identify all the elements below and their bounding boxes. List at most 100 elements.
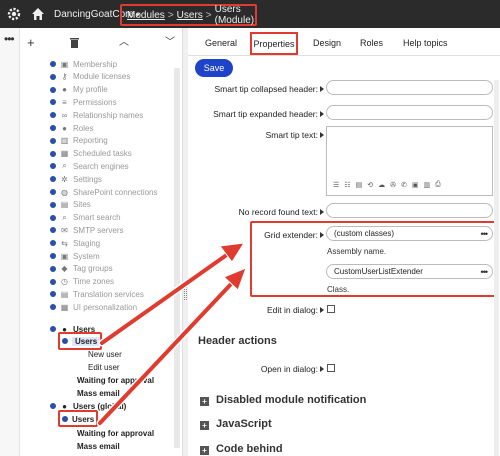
tab-roles[interactable]: Roles	[360, 38, 383, 48]
tree-item-mass-email[interactable]: Mass email	[77, 387, 120, 399]
tree-item[interactable]: ✉ SMTP servers	[50, 224, 124, 236]
bullet-icon	[50, 201, 56, 208]
assembly-value: (custom classes)	[334, 229, 395, 238]
editor-toolbar-icon[interactable]: ☁	[378, 181, 385, 192]
tab-bar: General Properties Design Roles Help top…	[188, 28, 500, 56]
more-options-icon[interactable]: •••	[481, 229, 489, 239]
tree-item[interactable]: ▤ Sites	[50, 199, 91, 211]
group-icon: ▣	[60, 59, 69, 69]
tree-item[interactable]: ▤ Translation services	[50, 288, 144, 300]
expand-arrow-icon[interactable]	[320, 86, 324, 92]
expand-arrow-icon[interactable]	[320, 366, 324, 372]
home-icon[interactable]	[30, 6, 46, 22]
editor-toolbar-icon[interactable]: ✇	[390, 181, 396, 192]
tree-item-label: Relationship names	[73, 110, 144, 120]
tree-item[interactable]: ◷ Time zones	[50, 276, 114, 288]
tree-item[interactable]: ▥ Reporting	[50, 135, 108, 147]
expand-arrow-icon[interactable]	[320, 132, 324, 138]
editor-toolbar-icon[interactable]: ✆	[401, 181, 407, 192]
chevron-up-icon[interactable]: ︿	[119, 36, 129, 50]
expand-plus-icon[interactable]: +	[200, 446, 209, 455]
expand-arrow-icon[interactable]	[320, 111, 324, 117]
chevron-down-icon[interactable]: ﹀	[165, 36, 175, 50]
tree-item-edit-user[interactable]: Edit user	[88, 361, 120, 373]
editor-toolbar-icon[interactable]: ⟲	[367, 181, 373, 192]
tree-item[interactable]: ▣ System	[50, 250, 100, 262]
more-options-icon[interactable]: •••	[481, 267, 489, 277]
editor-toolbar-icon[interactable]: ▤	[356, 181, 363, 192]
main-scrollbar[interactable]	[494, 80, 499, 456]
tree-item-waiting-for-approval-2[interactable]: Waiting for approval	[77, 427, 154, 439]
breadcrumb-separator: >	[167, 9, 174, 21]
section-disabled-module-notification[interactable]: Disabled module notification	[216, 394, 366, 406]
tree-item[interactable]: ◆ Tag groups	[50, 263, 113, 275]
bullet-icon	[50, 163, 56, 170]
expand-plus-icon[interactable]: +	[200, 421, 209, 430]
section-code-behind[interactable]: Code behind	[216, 443, 283, 455]
tree-item[interactable]: ⚷ Module licenses	[50, 71, 130, 83]
tree-item-label: My profile	[73, 85, 108, 95]
editor-toolbar-icon[interactable]: ☷	[344, 181, 350, 192]
tree-item[interactable]: ≡ Permissions	[50, 96, 117, 108]
expand-arrow-icon[interactable]	[320, 232, 324, 238]
bullet-icon	[50, 61, 56, 67]
tab-general[interactable]: General	[205, 38, 237, 48]
tree-item-label: SharePoint connections	[73, 187, 158, 197]
editor-toolbar-icon[interactable]: ▣	[412, 181, 419, 192]
smart-tip-collapsed-input[interactable]	[326, 80, 493, 95]
bullet-icon	[50, 240, 56, 247]
tree-item[interactable]: ◍ SharePoint connections	[50, 186, 158, 198]
tab-help-topics[interactable]: Help topics	[403, 38, 448, 48]
no-record-found-input[interactable]	[326, 203, 493, 218]
highlight-users-global-node	[58, 410, 98, 427]
tree-item-label: Roles	[73, 123, 94, 133]
tree-item[interactable]: ⌕ Search engines	[50, 160, 129, 172]
edit-in-dialog-checkbox[interactable]	[327, 305, 335, 313]
tree-item-waiting-for-approval[interactable]: Waiting for approval	[77, 374, 154, 386]
assembly-help-text: Assembly name.	[327, 247, 387, 256]
splitter-grip-icon[interactable]	[184, 286, 187, 300]
expand-plus-icon[interactable]: +	[200, 397, 209, 406]
tree-item[interactable]: ✲ Settings	[50, 173, 102, 185]
tree-item-label: Translation services	[73, 289, 144, 299]
bullet-icon	[50, 176, 56, 183]
delete-icon[interactable]	[70, 38, 79, 48]
gear-icon[interactable]	[6, 6, 22, 22]
breadcrumb-users[interactable]: Users	[177, 10, 203, 21]
save-button[interactable]: Save	[195, 59, 233, 77]
module-tree-panel: + ︿ ﹀ ▣ Membership ⚷ Module licenses ● My pro…	[20, 28, 182, 456]
breadcrumb-modules[interactable]: Modules	[127, 10, 165, 21]
smart-tip-expanded-input[interactable]	[326, 105, 493, 120]
tree-item-label: Scheduled tasks	[73, 149, 132, 159]
tree-item-mass-email-2[interactable]: Mass email	[77, 440, 120, 452]
tree-item[interactable]: ∞ Relationship names	[50, 109, 143, 121]
class-value: CustomUserListExtender	[334, 267, 423, 276]
tree-item[interactable]: ● Roles	[50, 122, 93, 134]
editor-toolbar-icon[interactable]: ⎙	[435, 181, 441, 192]
editor-toolbar-icon[interactable]: ☰	[333, 181, 339, 192]
link-icon: ∞	[61, 110, 68, 120]
grid-extender-assembly-select[interactable]: (custom classes) •••	[326, 226, 493, 241]
expand-arrow-icon[interactable]	[320, 209, 324, 215]
open-in-dialog-checkbox[interactable]	[327, 364, 335, 372]
add-icon[interactable]: +	[27, 36, 35, 50]
tree-item[interactable]: ▦ Scheduled tasks	[50, 148, 132, 160]
smart-tip-text-editor[interactable]: ☰ ☷ ▤ ⟲ ☁ ✇ ✆ ▣ ▥ ⎙	[326, 126, 493, 196]
tree-scrollbar[interactable]	[174, 68, 180, 448]
tree-item[interactable]: ● My profile	[50, 84, 108, 96]
tree-item-label: Tag groups	[73, 264, 113, 274]
tree-item[interactable]: ⌕ Smart search	[50, 212, 121, 224]
grid-extender-class-select[interactable]: CustomUserListExtender •••	[326, 264, 493, 279]
more-icon[interactable]: •••	[4, 32, 15, 46]
sharepoint-icon: ◍	[61, 187, 68, 197]
bullet-icon	[50, 86, 56, 93]
tree-item[interactable]: ⇆ Staging	[50, 237, 100, 249]
tree-item[interactable]: ▦ UI personalization	[50, 301, 137, 313]
tab-design[interactable]: Design	[313, 38, 341, 48]
cog-icon: ✲	[61, 174, 68, 184]
section-javascript[interactable]: JavaScript	[216, 418, 272, 430]
tab-properties[interactable]: Properties	[250, 32, 298, 55]
editor-toolbar-icon[interactable]: ▥	[423, 181, 430, 192]
tree-item[interactable]: ▣ Membership	[50, 58, 117, 70]
expand-arrow-icon[interactable]	[320, 307, 324, 313]
